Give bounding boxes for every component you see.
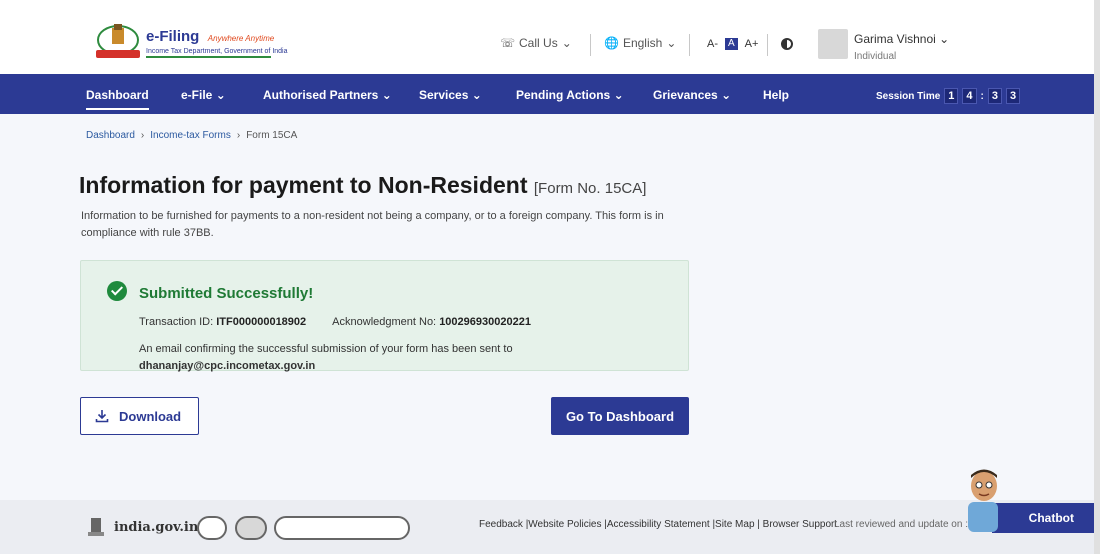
certification-badge-icon bbox=[197, 516, 227, 540]
go-to-dashboard-button[interactable]: Go To Dashboard bbox=[551, 397, 689, 435]
phone-icon: ☏ bbox=[500, 36, 516, 50]
emblem-logo[interactable] bbox=[92, 22, 144, 62]
form-number: [Form No. 15CA] bbox=[533, 180, 647, 197]
brand: e-Filing Anywhere Anytime Income Tax Dep… bbox=[146, 28, 288, 58]
transaction-id: ITF000000018902 bbox=[216, 316, 307, 328]
transaction-label: Transaction ID: bbox=[139, 316, 214, 328]
check-circle-icon bbox=[107, 281, 127, 301]
success-title: Submitted Successfully! bbox=[139, 285, 314, 302]
chevron-down-icon: ⌄ bbox=[721, 88, 732, 102]
avatar[interactable] bbox=[818, 29, 848, 59]
brand-title: e-Filing bbox=[146, 28, 200, 45]
divider bbox=[767, 34, 768, 56]
session-digit: 3 bbox=[987, 88, 1003, 104]
page-description: Information to be furnished for payments… bbox=[81, 210, 664, 239]
nav-label: Authorised Partners bbox=[263, 88, 379, 102]
breadcrumb-dashboard[interactable]: Dashboard bbox=[86, 130, 135, 141]
main-nav: Dashboard e-File ⌄ Authorised Partners ⌄… bbox=[0, 74, 1094, 114]
globe-icon: 🌐 bbox=[604, 36, 619, 50]
nav-services[interactable]: Services ⌄ bbox=[419, 88, 482, 102]
page-scrollbar[interactable] bbox=[1094, 0, 1100, 554]
brand-tagline: Anywhere Anytime bbox=[207, 34, 275, 43]
chatbot-avatar-icon[interactable] bbox=[964, 466, 1008, 532]
chevron-down-icon: ⌄ bbox=[666, 36, 677, 50]
transaction-details: Transaction ID: ITF000000018902 Acknowle… bbox=[139, 316, 531, 328]
page-title-text: Information for payment to Non-Resident bbox=[79, 172, 528, 198]
chevron-down-icon: ⌄ bbox=[613, 88, 624, 102]
email-text: An email confirming the successful submi… bbox=[139, 343, 513, 355]
language-menu[interactable]: 🌐 English ⌄ bbox=[604, 36, 676, 50]
breadcrumb-current: Form 15CA bbox=[246, 130, 298, 141]
user-role: Individual bbox=[854, 51, 897, 62]
font-normal-button[interactable]: A bbox=[725, 38, 738, 50]
download-icon bbox=[95, 410, 109, 423]
user-menu[interactable]: Garima Vishnoi ⌄ bbox=[854, 32, 949, 46]
site-header: e-Filing Anywhere Anytime Income Tax Dep… bbox=[0, 0, 1100, 74]
session-digit: 3 bbox=[1006, 88, 1021, 104]
call-us-label: Call Us bbox=[519, 36, 558, 50]
font-increase-button[interactable]: A+ bbox=[745, 38, 759, 50]
page-title: Information for payment to Non-Resident … bbox=[79, 172, 646, 199]
entrust-badge-icon bbox=[235, 516, 267, 540]
chevron-down-icon: ⌄ bbox=[939, 32, 950, 46]
nav-label: Pending Actions bbox=[516, 88, 611, 102]
download-label: Download bbox=[119, 408, 182, 424]
chevron-down-icon: ⌄ bbox=[215, 88, 226, 102]
font-size-controls: A- A A+ bbox=[707, 38, 758, 50]
email-address: dhananjay@cpc.incometax.gov.in bbox=[139, 360, 316, 372]
acknowledgment-field: Acknowledgment No: 100296930020221 bbox=[332, 316, 531, 328]
chevron-down-icon: ⌄ bbox=[561, 36, 572, 50]
emblem-icon bbox=[88, 518, 104, 536]
chevron-down-icon: ⌄ bbox=[381, 88, 392, 102]
user-name: Garima Vishnoi bbox=[854, 32, 936, 46]
nav-efile[interactable]: e-File ⌄ bbox=[181, 88, 226, 102]
nav-authorised-partners[interactable]: Authorised Partners ⌄ bbox=[263, 88, 392, 102]
breadcrumb-separator: › bbox=[236, 130, 241, 141]
language-label: English bbox=[622, 36, 663, 50]
session-timer: Session Time 1 4 : 3 3 bbox=[876, 88, 1021, 104]
ack-number: 100296930020221 bbox=[439, 316, 531, 328]
ack-label: Acknowledgment No: bbox=[332, 316, 437, 328]
email-confirmation: An email confirming the successful submi… bbox=[139, 341, 639, 375]
india-gov-label: india.gov.in bbox=[114, 519, 199, 535]
nav-dashboard[interactable]: Dashboard bbox=[86, 88, 149, 110]
transaction-id-field: Transaction ID: ITF000000018902 bbox=[139, 316, 306, 328]
call-us-menu[interactable]: ☏ Call Us ⌄ bbox=[500, 36, 572, 50]
font-decrease-button[interactable]: A- bbox=[707, 38, 718, 50]
chevron-down-icon: ⌄ bbox=[471, 88, 482, 102]
breadcrumb-separator: › bbox=[140, 130, 145, 141]
session-colon: : bbox=[980, 90, 984, 102]
nav-label: Services bbox=[419, 88, 469, 102]
session-digit: 1 bbox=[944, 88, 959, 104]
iso-badges-icon bbox=[274, 516, 410, 540]
nav-label: Grievances bbox=[653, 88, 718, 102]
nav-help[interactable]: Help bbox=[763, 88, 789, 102]
divider bbox=[689, 34, 690, 56]
contrast-icon[interactable] bbox=[781, 38, 793, 50]
session-label: Session Time bbox=[876, 90, 941, 102]
nav-grievances[interactable]: Grievances ⌄ bbox=[653, 88, 731, 102]
india-gov-link[interactable]: india.gov.in bbox=[86, 516, 198, 538]
last-reviewed: Last reviewed and update on : bbox=[834, 519, 968, 530]
nav-label: e-File bbox=[181, 88, 213, 102]
brand-underline bbox=[146, 56, 271, 58]
breadcrumb: Dashboard › Income-tax Forms › Form 15CA bbox=[86, 130, 297, 141]
session-digit: 4 bbox=[962, 88, 977, 104]
download-button[interactable]: Download bbox=[80, 397, 199, 435]
footer-links[interactable]: Feedback |Website Policies |Accessibilit… bbox=[479, 519, 837, 530]
nav-pending-actions[interactable]: Pending Actions ⌄ bbox=[516, 88, 624, 102]
breadcrumb-income-tax-forms[interactable]: Income-tax Forms bbox=[150, 130, 231, 141]
success-panel: Submitted Successfully! Transaction ID: … bbox=[80, 260, 689, 372]
brand-subtitle: Income Tax Department, Government of Ind… bbox=[146, 48, 288, 55]
divider bbox=[590, 34, 591, 56]
